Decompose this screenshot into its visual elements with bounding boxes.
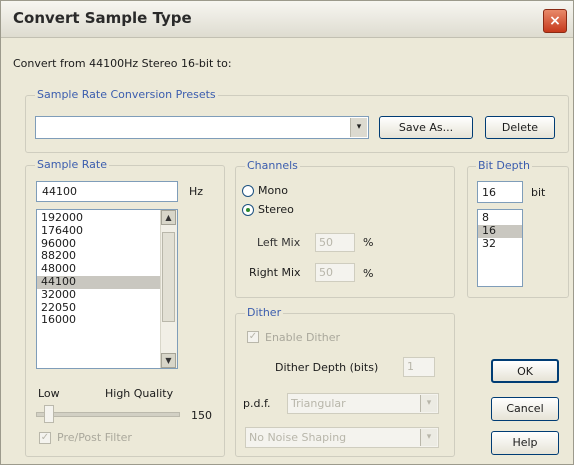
- sample-rate-list-item[interactable]: 176400: [37, 224, 161, 238]
- title-bar: Convert Sample Type ×: [1, 1, 573, 38]
- sample-rate-list-item[interactable]: 32000: [37, 288, 161, 302]
- close-button[interactable]: ×: [543, 9, 567, 33]
- cancel-button[interactable]: Cancel: [491, 397, 559, 421]
- quality-slider-thumb[interactable]: [44, 405, 54, 423]
- right-mix-percent: %: [363, 267, 374, 280]
- dither-depth-label: Dither Depth (bits): [275, 361, 379, 374]
- convert-sample-type-dialog: Convert Sample Type × Convert from 44100…: [0, 0, 574, 465]
- bit-depth-list[interactable]: 8 16 32: [477, 209, 523, 287]
- mono-label: Mono: [258, 184, 288, 197]
- help-button[interactable]: Help: [491, 431, 559, 455]
- quality-slider[interactable]: [36, 405, 180, 423]
- sample-rate-scrollbar[interactable]: ▲ ▼: [160, 210, 177, 368]
- noise-shaping-combo[interactable]: No Noise Shaping ▾: [245, 427, 439, 448]
- bit-depth-input-value: 16: [482, 186, 496, 199]
- chevron-down-icon[interactable]: ▾: [420, 395, 437, 412]
- scroll-up-icon[interactable]: ▲: [161, 210, 176, 225]
- channels-legend: Channels: [245, 159, 300, 172]
- bit-depth-list-item[interactable]: 16: [478, 224, 522, 238]
- bit-unit-label: bit: [531, 186, 546, 199]
- dither-depth-input[interactable]: 1: [403, 357, 435, 377]
- prepost-filter-checkbox[interactable]: ✓: [39, 432, 51, 444]
- stereo-label: Stereo: [258, 203, 294, 216]
- pdf-combo-value: Triangular: [291, 397, 346, 410]
- left-mix-label: Left Mix: [257, 236, 301, 249]
- dither-legend: Dither: [245, 306, 284, 319]
- right-mix-label: Right Mix: [249, 266, 301, 279]
- bit-depth-list-item[interactable]: 8: [478, 211, 522, 225]
- right-mix-input[interactable]: 50: [315, 263, 355, 282]
- sample-rate-list[interactable]: 192000 176400 96000 88200 48000 44100 32000 220…: [36, 209, 178, 369]
- sample-rate-list-item[interactable]: 44100: [37, 275, 161, 289]
- scroll-thumb[interactable]: [162, 232, 175, 322]
- bit-depth-list-item[interactable]: 32: [478, 237, 522, 251]
- enable-dither-label: Enable Dither: [265, 331, 341, 344]
- mono-radio[interactable]: [242, 185, 254, 197]
- noise-shaping-combo-value: No Noise Shaping: [249, 431, 347, 444]
- sample-rate-legend: Sample Rate: [35, 158, 109, 171]
- sample-rate-input[interactable]: 44100: [36, 181, 178, 202]
- sample-rate-items: 192000 176400 96000 88200 48000 44100 32000 220…: [37, 211, 161, 327]
- presets-legend: Sample Rate Conversion Presets: [35, 88, 218, 101]
- window-title: Convert Sample Type: [13, 9, 192, 27]
- sample-rate-input-value: 44100: [42, 185, 77, 198]
- chevron-down-icon[interactable]: ▾: [420, 429, 437, 446]
- bit-depth-input[interactable]: 16: [477, 181, 523, 203]
- scroll-down-icon[interactable]: ▼: [161, 353, 176, 368]
- enable-dither-checkbox[interactable]: ✓: [247, 331, 259, 343]
- quality-slider-track: [36, 412, 180, 417]
- radio-selected-dot: [246, 208, 250, 212]
- bit-depth-legend: Bit Depth: [476, 159, 532, 172]
- quality-value: 150: [191, 409, 212, 422]
- hz-unit-label: Hz: [189, 185, 204, 198]
- stereo-radio[interactable]: [242, 204, 254, 216]
- quality-high-label: High Quality: [105, 387, 174, 400]
- left-mix-input[interactable]: 50: [315, 233, 355, 252]
- sample-rate-list-item[interactable]: 16000: [37, 314, 161, 327]
- chevron-down-icon[interactable]: ▾: [350, 118, 367, 137]
- sample-rate-list-item[interactable]: 192000: [37, 211, 161, 225]
- pdf-label: p.d.f.: [243, 397, 271, 410]
- save-as-button[interactable]: Save As...: [379, 116, 473, 139]
- quality-low-label: Low: [38, 387, 60, 400]
- convert-from-label: Convert from 44100Hz Stereo 16-bit to:: [13, 57, 232, 70]
- bit-depth-items: 8 16 32: [478, 211, 522, 251]
- presets-combo[interactable]: ▾: [35, 116, 369, 139]
- pdf-combo[interactable]: Triangular ▾: [287, 393, 439, 414]
- ok-button[interactable]: OK: [491, 359, 559, 383]
- prepost-filter-label: Pre/Post Filter: [57, 431, 132, 444]
- left-mix-percent: %: [363, 236, 374, 249]
- delete-button[interactable]: Delete: [485, 116, 555, 139]
